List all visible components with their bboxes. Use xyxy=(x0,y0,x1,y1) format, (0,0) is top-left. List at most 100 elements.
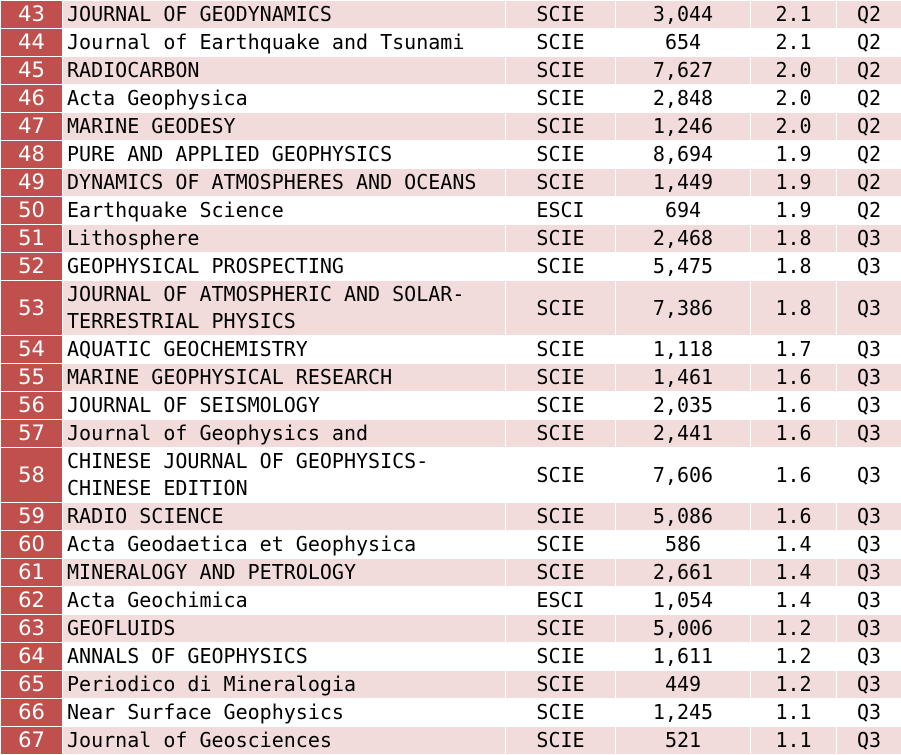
impact-factor-cell: 1.9 xyxy=(751,141,837,169)
impact-factor-cell: 1.7 xyxy=(751,336,837,364)
journal-name-cell: Lithosphere xyxy=(63,225,506,253)
impact-factor-cell: 1.4 xyxy=(751,587,837,615)
journal-ranking-table: 43JOURNAL OF GEODYNAMICSSCIE3,0442.1Q244… xyxy=(0,0,901,755)
rank-cell: 66 xyxy=(1,699,63,727)
quartile-cell: Q3 xyxy=(837,336,901,364)
impact-factor-cell: 2.0 xyxy=(751,57,837,85)
quartile-cell: Q2 xyxy=(837,29,901,57)
rank-cell: 48 xyxy=(1,141,63,169)
table-row: 48PURE AND APPLIED GEOPHYSICSSCIE8,6941.… xyxy=(1,141,901,169)
index-cell: SCIE xyxy=(506,727,616,755)
quartile-cell: Q3 xyxy=(837,364,901,392)
index-cell: SCIE xyxy=(506,281,616,336)
table-row: 43JOURNAL OF GEODYNAMICSSCIE3,0442.1Q2 xyxy=(1,1,901,29)
journal-name-cell: Journal of Earthquake and Tsunami xyxy=(63,29,506,57)
table-row: 60Acta Geodaetica et GeophysicaSCIE5861.… xyxy=(1,531,901,559)
index-cell: SCIE xyxy=(506,671,616,699)
table-row: 44Journal of Earthquake and TsunamiSCIE6… xyxy=(1,29,901,57)
rank-cell: 67 xyxy=(1,727,63,755)
citations-cell: 5,006 xyxy=(616,615,751,643)
citations-cell: 1,246 xyxy=(616,113,751,141)
journal-name-cell: AQUATIC GEOCHEMISTRY xyxy=(63,336,506,364)
table-row: 50Earthquake ScienceESCI6941.9Q2 xyxy=(1,197,901,225)
quartile-cell: Q3 xyxy=(837,699,901,727)
quartile-cell: Q3 xyxy=(837,225,901,253)
quartile-cell: Q3 xyxy=(837,559,901,587)
impact-factor-cell: 1.2 xyxy=(751,615,837,643)
index-cell: ESCI xyxy=(506,197,616,225)
impact-factor-cell: 1.6 xyxy=(751,503,837,531)
impact-factor-cell: 1.8 xyxy=(751,281,837,336)
quartile-cell: Q3 xyxy=(837,615,901,643)
index-cell: SCIE xyxy=(506,113,616,141)
rank-cell: 60 xyxy=(1,531,63,559)
journal-name-cell: RADIO SCIENCE xyxy=(63,503,506,531)
rank-cell: 63 xyxy=(1,615,63,643)
citations-cell: 1,118 xyxy=(616,336,751,364)
rank-cell: 65 xyxy=(1,671,63,699)
impact-factor-cell: 1.2 xyxy=(751,671,837,699)
impact-factor-cell: 1.1 xyxy=(751,727,837,755)
table-row: 63GEOFLUIDSSCIE5,0061.2Q3 xyxy=(1,615,901,643)
index-cell: SCIE xyxy=(506,364,616,392)
quartile-cell: Q3 xyxy=(837,420,901,448)
citations-cell: 3,044 xyxy=(616,1,751,29)
rank-cell: 56 xyxy=(1,392,63,420)
journal-name-cell: JOURNAL OF SEISMOLOGY xyxy=(63,392,506,420)
quartile-cell: Q2 xyxy=(837,57,901,85)
index-cell: SCIE xyxy=(506,559,616,587)
table-row: 54AQUATIC GEOCHEMISTRYSCIE1,1181.7Q3 xyxy=(1,336,901,364)
rank-cell: 59 xyxy=(1,503,63,531)
index-cell: SCIE xyxy=(506,503,616,531)
journal-name-line: TERRESTRIAL PHYSICS xyxy=(67,308,505,335)
table-body: 43JOURNAL OF GEODYNAMICSSCIE3,0442.1Q244… xyxy=(1,1,901,755)
journal-name-cell: Acta Geophysica xyxy=(63,85,506,113)
journal-name-cell: JOURNAL OF ATMOSPHERIC AND SOLAR-TERREST… xyxy=(63,281,506,336)
citations-cell: 1,054 xyxy=(616,587,751,615)
index-cell: SCIE xyxy=(506,57,616,85)
index-cell: SCIE xyxy=(506,420,616,448)
table-row: 56JOURNAL OF SEISMOLOGYSCIE2,0351.6Q3 xyxy=(1,392,901,420)
citations-cell: 2,661 xyxy=(616,559,751,587)
rank-cell: 46 xyxy=(1,85,63,113)
table-row: 49DYNAMICS OF ATMOSPHERES AND OCEANSSCIE… xyxy=(1,169,901,197)
rank-cell: 61 xyxy=(1,559,63,587)
table-row: 57Journal of Geophysics andSCIE2,4411.6Q… xyxy=(1,420,901,448)
index-cell: SCIE xyxy=(506,392,616,420)
quartile-cell: Q3 xyxy=(837,253,901,281)
citations-cell: 1,461 xyxy=(616,364,751,392)
journal-name-cell: PURE AND APPLIED GEOPHYSICS xyxy=(63,141,506,169)
quartile-cell: Q2 xyxy=(837,113,901,141)
impact-factor-cell: 2.0 xyxy=(751,113,837,141)
citations-cell: 449 xyxy=(616,671,751,699)
index-cell: SCIE xyxy=(506,699,616,727)
impact-factor-cell: 1.4 xyxy=(751,531,837,559)
table-row: 58CHINESE JOURNAL OF GEOPHYSICS-CHINESE … xyxy=(1,448,901,503)
index-cell: SCIE xyxy=(506,29,616,57)
journal-name-cell: Acta Geochimica xyxy=(63,587,506,615)
table-row: 59RADIO SCIENCESCIE5,0861.6Q3 xyxy=(1,503,901,531)
citations-cell: 5,086 xyxy=(616,503,751,531)
citations-cell: 5,475 xyxy=(616,253,751,281)
citations-cell: 694 xyxy=(616,197,751,225)
impact-factor-cell: 1.8 xyxy=(751,225,837,253)
rank-cell: 52 xyxy=(1,253,63,281)
journal-name-cell: Journal of Geosciences xyxy=(63,727,506,755)
citations-cell: 586 xyxy=(616,531,751,559)
table-row: 47MARINE GEODESYSCIE1,2462.0Q2 xyxy=(1,113,901,141)
table-row: 55MARINE GEOPHYSICAL RESEARCHSCIE1,4611.… xyxy=(1,364,901,392)
citations-cell: 521 xyxy=(616,727,751,755)
journal-name-cell: Journal of Geophysics and xyxy=(63,420,506,448)
rank-cell: 64 xyxy=(1,643,63,671)
table-row: 67Journal of GeosciencesSCIE5211.1Q3 xyxy=(1,727,901,755)
index-cell: SCIE xyxy=(506,225,616,253)
journal-name-cell: GEOPHYSICAL PROSPECTING xyxy=(63,253,506,281)
quartile-cell: Q2 xyxy=(837,197,901,225)
journal-name-cell: GEOFLUIDS xyxy=(63,615,506,643)
citations-cell: 8,694 xyxy=(616,141,751,169)
table-row: 62Acta GeochimicaESCI1,0541.4Q3 xyxy=(1,587,901,615)
table-row: 65Periodico di MineralogiaSCIE4491.2Q3 xyxy=(1,671,901,699)
table-row: 52GEOPHYSICAL PROSPECTINGSCIE5,4751.8Q3 xyxy=(1,253,901,281)
rank-cell: 43 xyxy=(1,1,63,29)
impact-factor-cell: 2.0 xyxy=(751,85,837,113)
